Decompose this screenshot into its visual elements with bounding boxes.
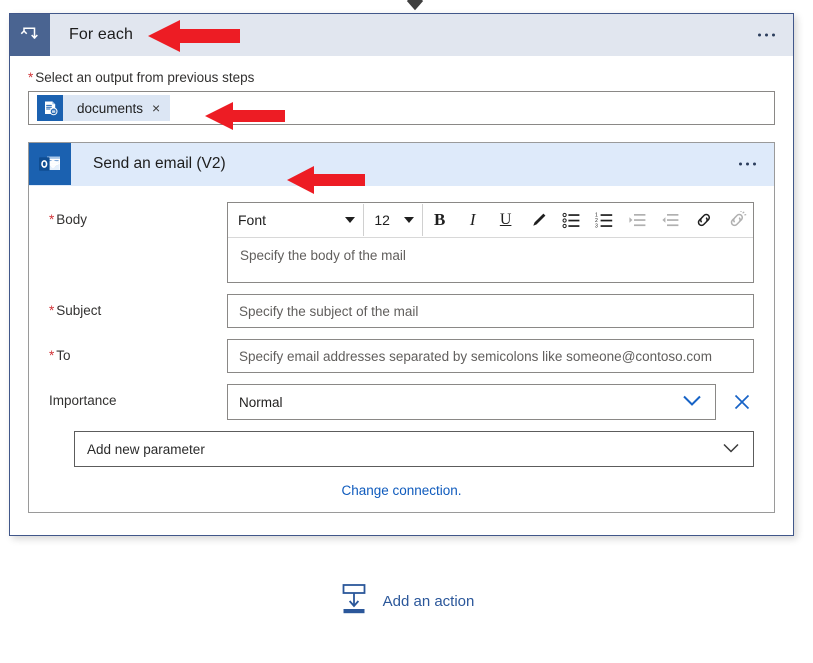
menu-dot	[746, 163, 749, 166]
indent-increase-icon[interactable]	[621, 204, 654, 236]
for-each-body: *Select an output from previous steps do…	[10, 56, 793, 535]
to-field-label: *To	[49, 339, 227, 363]
indent-decrease-icon[interactable]	[654, 204, 687, 236]
body-rich-text-editor[interactable]: Font 12 B I U	[227, 202, 754, 283]
loop-icon	[10, 14, 50, 56]
link-icon[interactable]	[687, 204, 720, 236]
chevron-down-icon	[345, 217, 355, 223]
for-each-card: For each *Select an output from previous…	[9, 13, 794, 536]
subject-field-row: *Subject	[49, 294, 754, 328]
numbered-list-icon[interactable]: 1 2 3	[588, 204, 621, 236]
add-new-parameter-label: Add new parameter	[87, 442, 205, 457]
required-asterisk: *	[49, 303, 54, 318]
subject-input[interactable]	[227, 294, 754, 328]
output-picker-field[interactable]: documents ×	[28, 91, 775, 125]
chevron-down-icon	[721, 442, 741, 457]
importance-dropdown[interactable]: Normal	[227, 384, 716, 420]
svg-text:3: 3	[595, 223, 598, 228]
for-each-menu-button[interactable]	[752, 28, 781, 43]
remove-token-icon[interactable]: ×	[152, 101, 160, 115]
font-name-dropdown[interactable]: Font	[228, 204, 364, 236]
menu-dot	[765, 34, 768, 37]
for-each-title: For each	[69, 26, 133, 44]
chevron-down-icon	[404, 217, 414, 223]
menu-dot	[753, 163, 756, 166]
subject-field-label: *Subject	[49, 294, 227, 318]
font-size-value: 12	[374, 212, 390, 228]
highlighter-pen-icon[interactable]	[522, 204, 555, 236]
bulleted-list-icon[interactable]	[555, 204, 588, 236]
chevron-down-icon	[681, 394, 703, 411]
output-picker-label: *Select an output from previous steps	[28, 70, 775, 85]
subject-label-text: Subject	[56, 303, 101, 318]
documents-token-label: documents	[77, 101, 143, 116]
arrow-pointing-to-for-each-title	[148, 16, 240, 56]
for-each-header[interactable]: For each	[10, 14, 793, 56]
menu-dot	[758, 34, 761, 37]
importance-field-label: Importance	[49, 384, 227, 408]
underline-icon[interactable]: U	[489, 204, 522, 236]
flow-connector-arrow	[0, 0, 813, 14]
rich-text-toolbar: Font 12 B I U	[228, 203, 753, 238]
documents-token-chip[interactable]: documents ×	[37, 95, 170, 121]
to-label-text: To	[56, 348, 70, 363]
arrow-pointing-to-documents-token	[205, 99, 285, 133]
to-input[interactable]	[227, 339, 754, 373]
importance-field-row: Importance Normal	[49, 384, 754, 420]
menu-dot	[772, 34, 775, 37]
document-list-icon	[37, 95, 63, 121]
add-an-action-button[interactable]: Add an action	[0, 583, 813, 620]
body-label-text: Body	[56, 212, 87, 227]
font-name-value: Font	[238, 212, 266, 228]
menu-dot	[739, 163, 742, 166]
body-field-row: *Body Font 12	[49, 202, 754, 283]
send-an-email-body: *Body Font 12	[29, 186, 774, 512]
body-field-label: *Body	[49, 202, 227, 227]
importance-value: Normal	[239, 395, 283, 410]
add-new-parameter-dropdown[interactable]: Add new parameter	[74, 431, 754, 467]
output-picker-label-text: Select an output from previous steps	[35, 70, 254, 85]
italic-icon[interactable]: I	[456, 204, 489, 236]
to-field-row: *To	[49, 339, 754, 373]
change-connection-link[interactable]: Change connection.	[49, 483, 754, 498]
body-editor-area[interactable]: Specify the body of the mail	[228, 238, 753, 282]
required-asterisk: *	[28, 70, 33, 85]
outlook-icon	[29, 143, 71, 185]
bold-icon[interactable]: B	[423, 204, 456, 236]
unlink-icon[interactable]	[720, 204, 753, 236]
insert-action-icon	[339, 583, 369, 620]
add-an-action-label: Add an action	[383, 593, 475, 610]
send-an-email-title: Send an email (V2)	[93, 155, 226, 173]
delete-importance-button[interactable]	[730, 390, 754, 414]
send-an-email-card: Send an email (V2) *Body	[28, 142, 775, 513]
required-asterisk: *	[49, 212, 54, 227]
send-an-email-header[interactable]: Send an email (V2)	[29, 143, 774, 186]
font-size-dropdown[interactable]: 12	[364, 204, 423, 236]
required-asterisk: *	[49, 348, 54, 363]
arrow-pointing-to-send-an-email-title	[287, 163, 365, 197]
send-an-email-menu-button[interactable]	[733, 157, 762, 172]
